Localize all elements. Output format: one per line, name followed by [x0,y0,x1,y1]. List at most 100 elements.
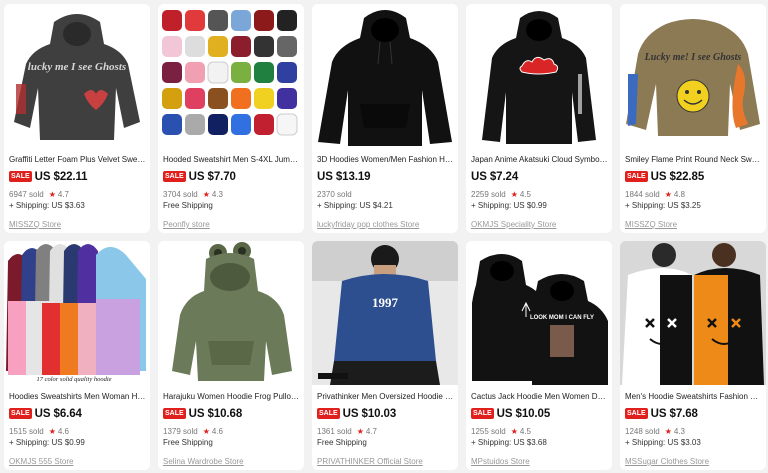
product-title[interactable]: Privathinker Men Oversized Hoodie Sweats… [317,391,454,402]
star-icon: ★ [664,189,672,199]
store-link[interactable]: OKMJS Speciality Store [471,220,556,229]
product-title[interactable]: Japan Anime Akatsuki Cloud Symbol Hoodie [471,154,608,165]
store-link[interactable]: MPstuidos Store [471,457,530,466]
product-card[interactable]: 3D Hoodies Women/Men Fashion Hoodie US $… [312,4,458,233]
product-title[interactable]: Hooded Sweatshirt Men S-4XL Jumper [163,154,300,165]
sold-count: 6947 sold [9,189,44,199]
product-title[interactable]: Men's Hoodie Sweatshirts Fashion Hoodie [625,391,762,402]
star-icon: ★ [202,426,210,436]
product-image[interactable] [312,4,458,148]
sale-badge: SALE [471,408,494,419]
star-icon: ★ [48,426,56,436]
image-print-text: lucky me I see Ghosts [28,61,126,73]
image-print-text: 17 color solid quality hoodie [36,376,111,383]
product-title[interactable]: Hoodies Sweatshirts Men Woman Hoodie [9,391,146,402]
shipping-info: Free Shipping [163,201,213,210]
star-icon: ★ [356,426,364,436]
product-price: US $13.19 [317,170,371,183]
product-card[interactable]: 17 color solid quality hoodie Hoodies Sw… [4,241,150,470]
image-print-text: LOOK MOM I CAN FLY [530,315,594,321]
store-link[interactable]: Selina Wardrobe Store [163,457,244,466]
product-image[interactable]: Lucky me! I see Ghosts [620,4,766,148]
product-card[interactable]: lucky me I see Ghosts Graffiti Letter Fo… [4,4,150,233]
shipping-info: + Shipping: US $3.68 [471,438,547,447]
product-price: US $7.24 [471,170,519,183]
product-card[interactable]: LOOK MOM I CAN FLY Cactus Jack Hoodie Me… [466,241,612,470]
sale-badge: SALE [9,171,32,182]
sold-count: 3704 sold [163,189,198,199]
sold-count: 1379 sold [163,426,198,436]
sold-count: 1844 sold [625,189,660,199]
product-image[interactable]: 1997 [312,241,458,385]
rating: 4.7 [365,426,377,436]
sale-badge: SALE [317,408,340,419]
sold-count: 2259 sold [471,189,506,199]
star-icon: ★ [510,426,518,436]
product-card[interactable]: Men's Hoodie Sweatshirts Fashion Hoodie … [620,241,766,470]
product-price: US $7.70 [188,170,236,183]
product-card[interactable]: Lucky me! I see Ghosts Smiley Flame Prin… [620,4,766,233]
product-title[interactable]: Smiley Flame Print Round Neck Sweatshirt [625,154,762,165]
product-card[interactable]: Japan Anime Akatsuki Cloud Symbol Hoodie… [466,4,612,233]
product-price: US $6.64 [34,407,82,420]
sold-count: 1515 sold [9,426,44,436]
product-price: US $10.68 [188,407,243,420]
store-link[interactable]: MSSugar Clothes Store [625,457,709,466]
sold-count: 1248 sold [625,426,660,436]
rating: 4.6 [57,426,69,436]
product-image[interactable] [620,241,766,385]
product-price: US $22.11 [34,170,88,183]
product-title[interactable]: 3D Hoodies Women/Men Fashion Hoodie [317,154,454,165]
store-link[interactable]: MISSZQ Store [625,220,677,229]
sold-count: 1361 sold [317,426,352,436]
store-link[interactable]: MISSZQ Store [9,220,61,229]
product-card[interactable]: Harajuku Women Hoodie Frog Pullover SALE… [158,241,304,470]
product-card[interactable]: Hooded Sweatshirt Men S-4XL Jumper SALE … [158,4,304,233]
shipping-info: + Shipping: US $3.25 [625,201,701,210]
shipping-info: + Shipping: US $0.99 [471,201,547,210]
rating: 4.6 [211,426,223,436]
rating: 4.5 [519,189,531,199]
rating: 4.5 [519,426,531,436]
shipping-info: + Shipping: US $4.21 [317,201,393,210]
product-price: US $22.85 [650,170,705,183]
rating: 4.7 [57,189,69,199]
shipping-info: Free Shipping [163,438,213,447]
image-print-text: 1997 [372,295,399,310]
product-title[interactable]: Cactus Jack Hoodie Men Women Design [471,391,608,402]
sale-badge: SALE [625,408,648,419]
rating: 4.8 [673,189,685,199]
product-grid: lucky me I see Ghosts Graffiti Letter Fo… [4,4,766,470]
star-icon: ★ [48,189,56,199]
product-title[interactable]: Graffiti Letter Foam Plus Velvet Sweatsh… [9,154,146,165]
product-price: US $10.05 [496,407,551,420]
store-link[interactable]: PRIVATHINKER Official Store [317,457,423,466]
product-image[interactable]: LOOK MOM I CAN FLY [466,241,612,385]
star-icon: ★ [664,426,672,436]
sale-badge: SALE [625,171,648,182]
store-link[interactable]: OKMJS 555 Store [9,457,73,466]
image-print-text: Lucky me! I see Ghosts [644,52,742,63]
product-image[interactable] [466,4,612,148]
star-icon: ★ [202,189,210,199]
sale-badge: SALE [163,408,186,419]
shipping-info: + Shipping: US $0.99 [9,438,85,447]
rating: 4.3 [211,189,223,199]
product-price: US $7.68 [650,407,698,420]
sale-badge: SALE [163,171,186,182]
product-image[interactable]: lucky me I see Ghosts [4,4,150,148]
star-icon: ★ [510,189,518,199]
product-image[interactable] [158,4,304,148]
product-price: US $10.03 [342,407,397,420]
rating: 4.3 [673,426,685,436]
product-image[interactable] [158,241,304,385]
product-image[interactable]: 17 color solid quality hoodie [4,241,150,385]
sale-badge: SALE [9,408,32,419]
product-title[interactable]: Harajuku Women Hoodie Frog Pullover [163,391,300,402]
product-card[interactable]: 1997 Privathinker Men Oversized Hoodie S… [312,241,458,470]
sold-count: 2370 sold [317,189,352,199]
shipping-info: + Shipping: US $3.63 [9,201,85,210]
store-link[interactable]: luckyfriday pop clothes Store [317,220,419,229]
store-link[interactable]: Peonfly store [163,220,210,229]
shipping-info: Free Shipping [317,438,367,447]
